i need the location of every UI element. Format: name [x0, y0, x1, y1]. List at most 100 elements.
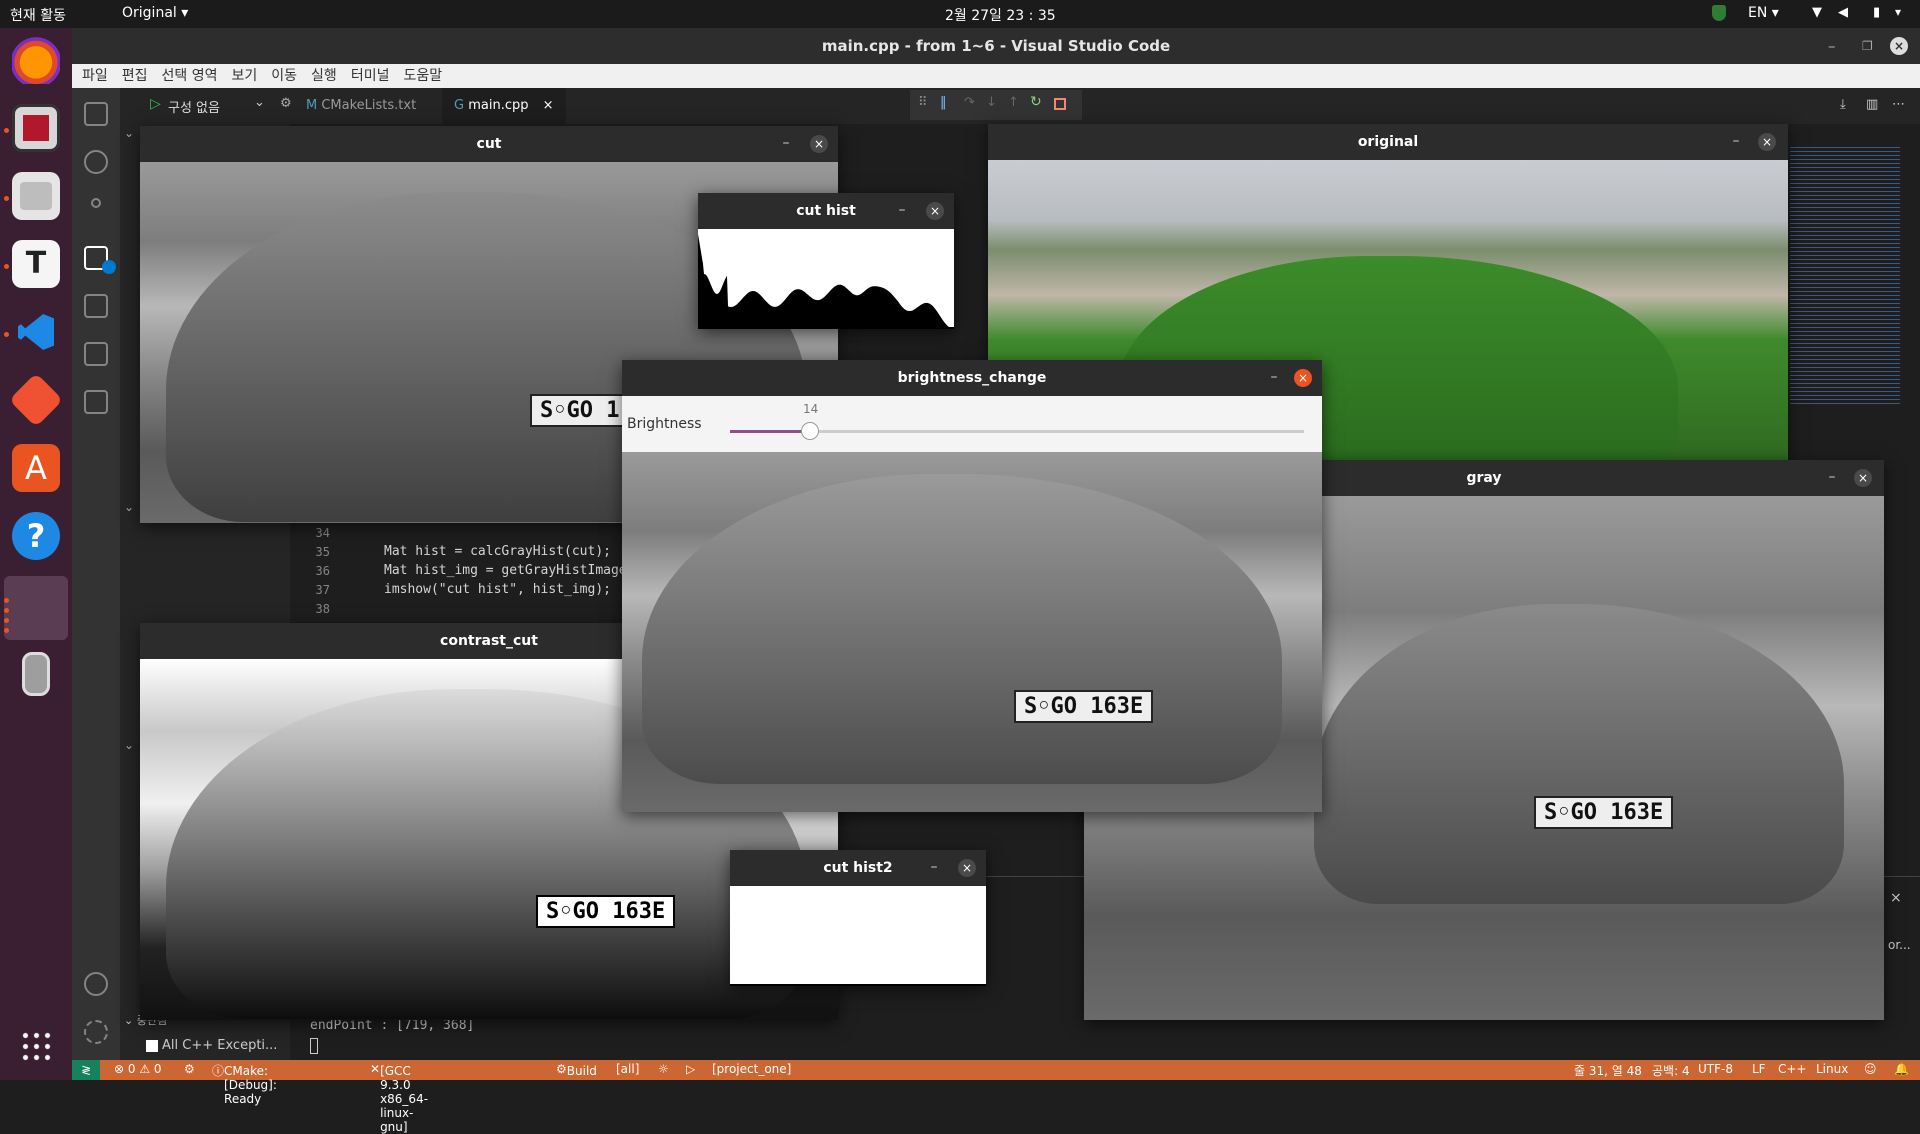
battery-icon[interactable]: ▮ — [1873, 5, 1880, 20]
run-target-icon[interactable]: ▷ — [686, 1062, 695, 1076]
window-cut-hist[interactable]: cut hist – × — [698, 193, 954, 329]
split-editor-icon[interactable]: ▥ — [1866, 97, 1878, 112]
window-title-cut-hist2[interactable]: cut hist2 — [730, 850, 986, 886]
build-target[interactable]: [all] — [616, 1062, 639, 1076]
close-icon[interactable]: × — [1294, 369, 1312, 387]
menu-file[interactable]: 파일 — [82, 64, 108, 88]
running-app-highlight[interactable] — [4, 576, 68, 640]
code-line[interactable]: imshow("cut hist", hist_img); — [384, 582, 611, 597]
minimize-icon[interactable]: – — [924, 858, 944, 878]
download-icon[interactable]: ⤓ — [1840, 97, 1846, 112]
minimize-icon[interactable]: – — [776, 134, 796, 154]
launch-target[interactable]: [project_one] — [712, 1062, 791, 1076]
minimize-icon[interactable]: – — [1726, 132, 1746, 152]
close-icon[interactable]: × — [1758, 133, 1776, 151]
breakpoint-item-label[interactable]: All C++ Excepti... — [162, 1038, 277, 1053]
chevron-down-icon[interactable]: ⌄ — [124, 126, 134, 140]
debug-settings-icon[interactable]: ⚙ — [280, 96, 292, 111]
menu-view[interactable]: 보기 — [232, 64, 258, 88]
pause-icon[interactable]: ‖ — [940, 95, 947, 110]
app-menu[interactable]: Original ▾ — [122, 5, 188, 21]
window-title-original[interactable]: original — [988, 124, 1788, 160]
show-apps-icon[interactable] — [20, 1030, 52, 1062]
problems-indicator[interactable]: ⊗ 0 ⚠ 0 — [114, 1062, 162, 1076]
help-icon[interactable]: ? — [12, 512, 60, 560]
stop-icon[interactable] — [1054, 98, 1066, 110]
close-tab-icon[interactable]: × — [543, 98, 554, 113]
code-line[interactable]: Mat hist_img = getGrayHistImage(hi — [384, 563, 650, 578]
language-mode[interactable]: C++ — [1778, 1062, 1807, 1076]
close-icon[interactable]: × — [1854, 469, 1872, 487]
breakpoint-checkbox[interactable] — [146, 1040, 158, 1052]
window-title-cut[interactable]: cut — [140, 126, 838, 162]
git-gui-icon[interactable] — [8, 372, 64, 428]
debug-target-icon[interactable]: ☼ — [658, 1062, 669, 1076]
explorer-icon[interactable] — [84, 102, 108, 126]
drag-handle-icon[interactable]: ⠿ — [918, 95, 928, 110]
removable-drive-icon[interactable] — [22, 652, 50, 696]
trackbar-thumb[interactable] — [801, 422, 819, 440]
minimize-icon[interactable]: – — [1822, 468, 1842, 488]
window-cut-hist2[interactable]: cut hist2 – × — [730, 850, 986, 986]
close-icon[interactable]: × — [810, 135, 828, 153]
terminal-icon[interactable] — [12, 104, 60, 152]
close-panel-icon[interactable]: × — [1890, 890, 1902, 906]
tab-cmakelists[interactable]: M CMakeLists.txt — [294, 88, 428, 124]
indentation[interactable]: 공백: 4 — [1652, 1062, 1690, 1079]
vscode-icon[interactable] — [12, 308, 60, 356]
window-title-brightness[interactable]: brightness_change — [622, 360, 1322, 396]
chevron-down-icon[interactable]: ⌄ — [124, 500, 134, 514]
more-actions-icon[interactable]: ⋯ — [1892, 97, 1905, 112]
system-menu-icon[interactable]: ▾ — [1895, 5, 1901, 19]
encoding[interactable]: UTF-8 — [1698, 1062, 1733, 1076]
chevron-down-icon[interactable]: ⌄ — [254, 95, 265, 110]
extensions-icon[interactable] — [84, 294, 108, 318]
build-button[interactable]: ⚙ Build — [556, 1062, 597, 1078]
step-out-icon[interactable]: ↑ — [1008, 95, 1019, 110]
debug-indicator-icon[interactable]: ⚙ — [184, 1062, 195, 1076]
account-icon[interactable] — [84, 972, 108, 996]
activities-button[interactable]: 현재 활동 — [10, 5, 66, 25]
minimap[interactable] — [1790, 144, 1900, 404]
clock[interactable]: 2월 27일 23 : 35 — [945, 5, 1056, 25]
restore-icon[interactable]: ❐ — [1862, 28, 1873, 64]
feedback-icon[interactable]: ☺ — [1864, 1062, 1877, 1076]
source-control-icon[interactable] — [91, 198, 101, 208]
volume-icon[interactable]: ◀ — [1838, 5, 1848, 20]
close-icon[interactable]: × — [958, 859, 976, 877]
start-debug-icon[interactable]: ▷ — [150, 96, 161, 112]
cursor-position[interactable]: 줄 31, 열 48 — [1574, 1062, 1642, 1079]
end-of-line[interactable]: LF — [1752, 1062, 1766, 1076]
cmake-kit[interactable]: ✕ [GCC 9.3.0 x86_64-linux-gnu] — [370, 1062, 428, 1134]
step-over-icon[interactable]: ↷ — [964, 95, 975, 110]
platform[interactable]: Linux — [1816, 1062, 1848, 1076]
tab-main-cpp[interactable]: G main.cpp × — [442, 88, 566, 124]
remote-indicator-icon[interactable]: ≷ — [72, 1060, 100, 1080]
minimize-icon[interactable]: – — [1828, 28, 1836, 64]
language-indicator[interactable]: EN ▾ — [1748, 5, 1779, 21]
trackbar-track[interactable] — [730, 422, 1304, 440]
menu-help[interactable]: 도움말 — [403, 64, 442, 88]
window-brightness-change[interactable]: brightness_change – × Brightness 14 S◦GO… — [622, 360, 1322, 812]
menu-go[interactable]: 이동 — [271, 64, 297, 88]
firefox-icon[interactable] — [12, 36, 60, 84]
chevron-down-icon[interactable]: ⌄ — [124, 738, 134, 752]
menu-edit[interactable]: 편집 — [122, 64, 148, 88]
step-into-icon[interactable]: ↓ — [986, 95, 997, 110]
minimize-icon[interactable]: – — [892, 201, 912, 221]
cmake-icon[interactable] — [84, 390, 108, 414]
search-icon[interactable] — [84, 150, 108, 174]
code-line[interactable]: Mat hist = calcGrayHist(cut); — [384, 544, 611, 559]
shield-icon[interactable] — [1712, 5, 1726, 21]
software-center-icon[interactable]: A — [12, 444, 60, 492]
menu-terminal[interactable]: 터미널 — [351, 64, 390, 88]
cmake-status[interactable]: ⓘ CMake: [Debug]: Ready — [212, 1062, 277, 1106]
settings-gear-icon[interactable] — [84, 1020, 108, 1044]
text-editor-icon[interactable]: T — [12, 240, 60, 288]
menu-selection[interactable]: 선택 영역 — [162, 64, 218, 88]
close-icon[interactable]: × — [1890, 37, 1908, 55]
debug-config-select[interactable]: 구성 없음 — [168, 97, 220, 116]
close-icon[interactable]: × — [926, 202, 944, 220]
files-icon[interactable] — [12, 172, 60, 220]
notifications-bell-icon[interactable]: 🔔 — [1894, 1062, 1909, 1076]
